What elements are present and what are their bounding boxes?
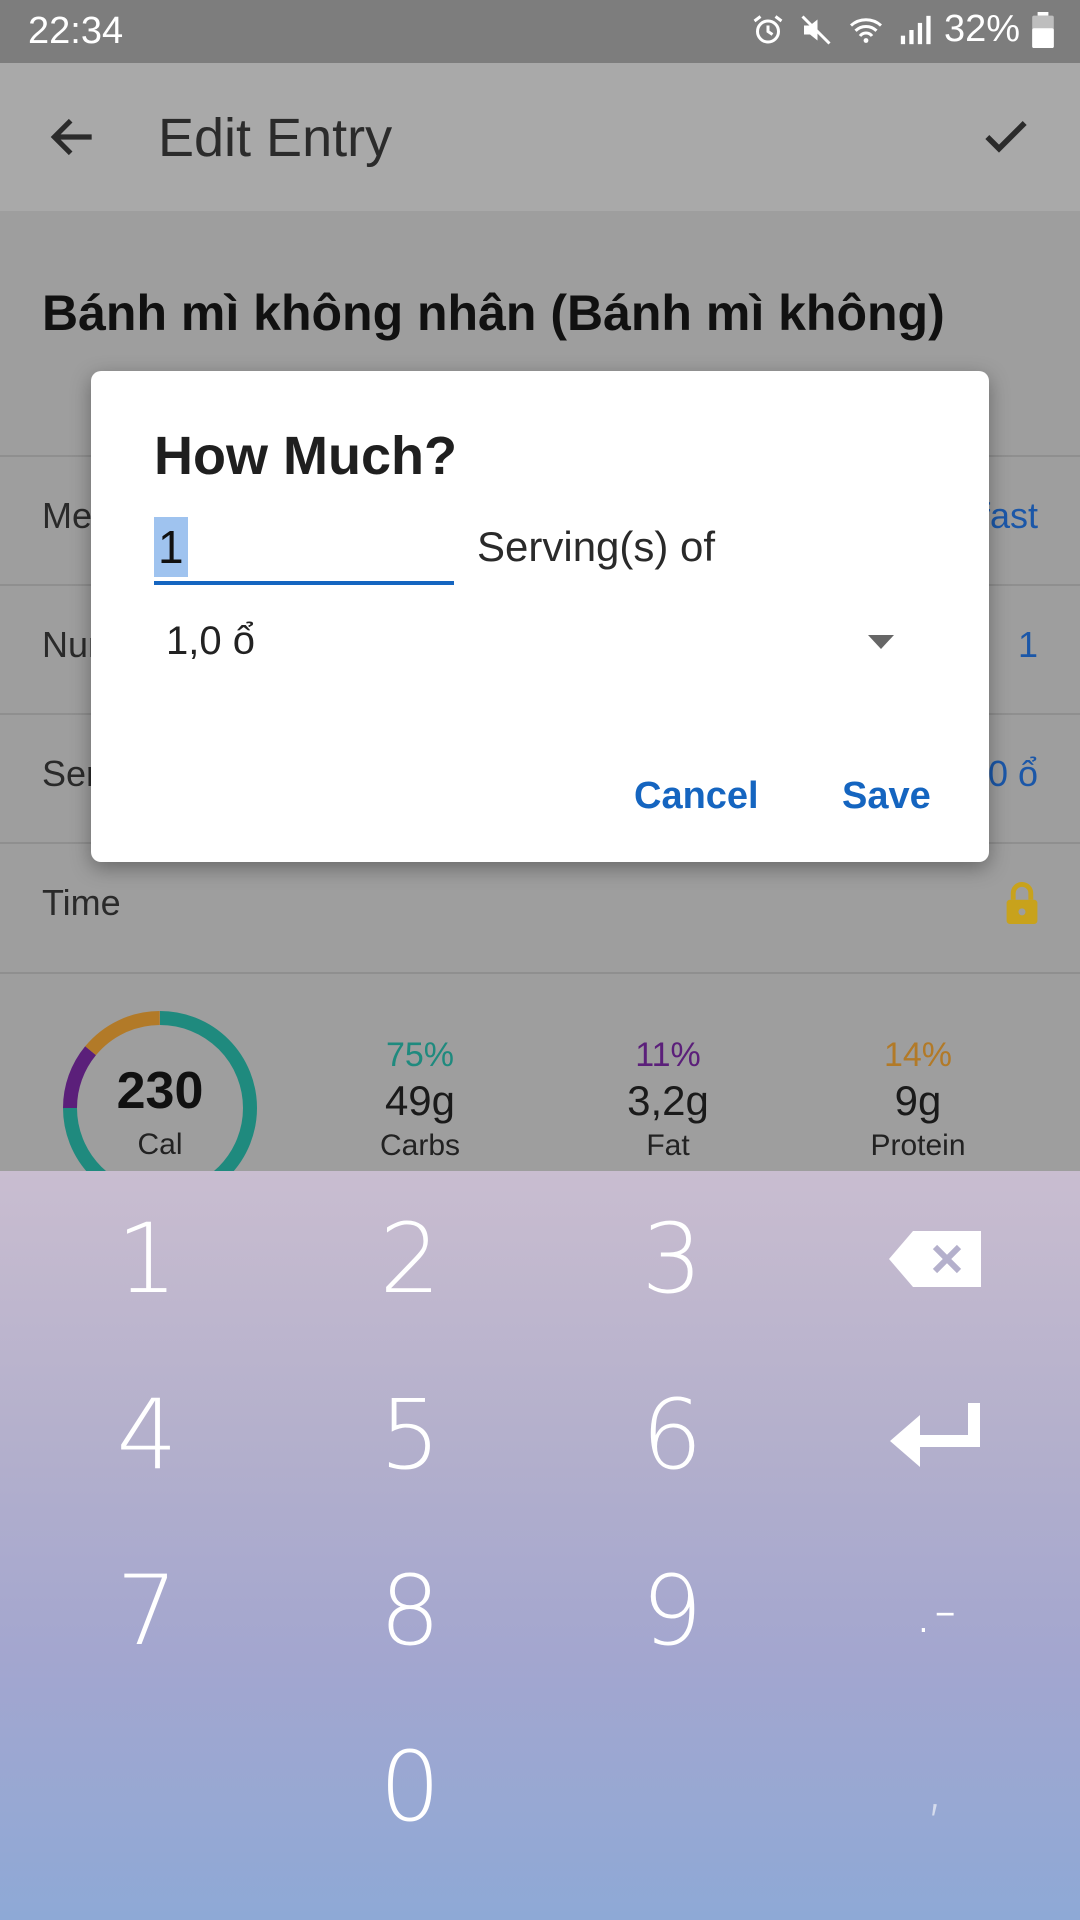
key-5[interactable]: 5 — [275, 1347, 545, 1523]
key-3[interactable]: 3 — [537, 1171, 807, 1347]
carbs-percent: 75% — [385, 1036, 455, 1074]
protein-label: Protein — [870, 1129, 966, 1162]
fat-amount: 3,2g — [627, 1077, 709, 1124]
alarm-icon — [753, 14, 783, 43]
comma-key[interactable]: , — [800, 1699, 1070, 1875]
how-much-dialog: How Much? 1 Serving(s) of 1,0 ổ Cancel S… — [91, 371, 989, 862]
serving-unit-dropdown[interactable]: 1,0 ổ — [154, 611, 934, 681]
decimal-minus-key[interactable]: .- — [800, 1523, 1070, 1699]
key-9[interactable]: 9 — [537, 1523, 807, 1699]
backspace-icon — [889, 1231, 981, 1287]
serving-unit-value: 1,0 ổ — [166, 619, 255, 663]
status-bar: 22:34 32% — [0, 0, 1080, 63]
quantity-input[interactable]: 1 — [154, 517, 454, 585]
carbs-amount: 49g — [384, 1077, 456, 1124]
calorie-value: 230 — [116, 1062, 204, 1120]
battery-percent: 32% — [943, 8, 1020, 50]
key-0[interactable]: 0 — [275, 1699, 545, 1875]
servings-of-label: Serving(s) of — [477, 523, 716, 570]
key-1[interactable]: 1 — [12, 1171, 282, 1347]
dialog-title: How Much? — [154, 426, 457, 486]
quantity-value: 1 — [154, 517, 188, 577]
app-bar: Edit Entry — [0, 63, 1080, 213]
key-4[interactable]: 4 — [12, 1347, 282, 1523]
key-6[interactable]: 6 — [537, 1347, 807, 1523]
fat-summary: 11% 3,2g Fat — [568, 1036, 768, 1163]
protein-amount: 9g — [894, 1077, 942, 1124]
servings-value: 1 — [1017, 624, 1038, 665]
page-title: Edit Entry — [158, 108, 393, 168]
key-7[interactable]: 7 — [12, 1523, 282, 1699]
mute-icon — [801, 14, 831, 45]
status-icons: 32% — [750, 8, 1054, 51]
lock-icon — [1006, 882, 1038, 924]
back-arrow-icon[interactable] — [40, 109, 106, 165]
dropdown-arrow-icon — [868, 635, 894, 649]
backspace-key[interactable] — [800, 1171, 1070, 1347]
save-button[interactable]: Save — [842, 775, 931, 818]
food-name: Bánh mì không nhân (Bánh mì không) — [42, 285, 945, 341]
enter-key[interactable] — [800, 1347, 1070, 1523]
key-2[interactable]: 2 — [275, 1171, 545, 1347]
status-time: 22:34 — [28, 10, 124, 52]
time-label: Time — [42, 882, 121, 923]
fat-percent: 11% — [635, 1036, 701, 1074]
save-check-icon[interactable] — [974, 109, 1038, 165]
carbs-label: Carbs — [379, 1129, 461, 1162]
key-8[interactable]: 8 — [275, 1523, 545, 1699]
signal-icon — [900, 15, 931, 44]
fat-label: Fat — [646, 1129, 690, 1162]
battery-icon — [1032, 11, 1054, 48]
cancel-button[interactable]: Cancel — [634, 775, 759, 818]
protein-percent: 14% — [883, 1036, 953, 1074]
carbs-summary: 75% 49g Carbs — [320, 1036, 520, 1163]
enter-icon — [890, 1403, 980, 1467]
numeric-keyboard: 1 2 3 4 5 6 7 8 9 .- 0 , — [0, 1171, 1080, 1920]
calorie-label: Cal — [137, 1128, 183, 1161]
wifi-icon — [849, 17, 882, 43]
protein-summary: 14% 9g Protein — [818, 1036, 1018, 1163]
